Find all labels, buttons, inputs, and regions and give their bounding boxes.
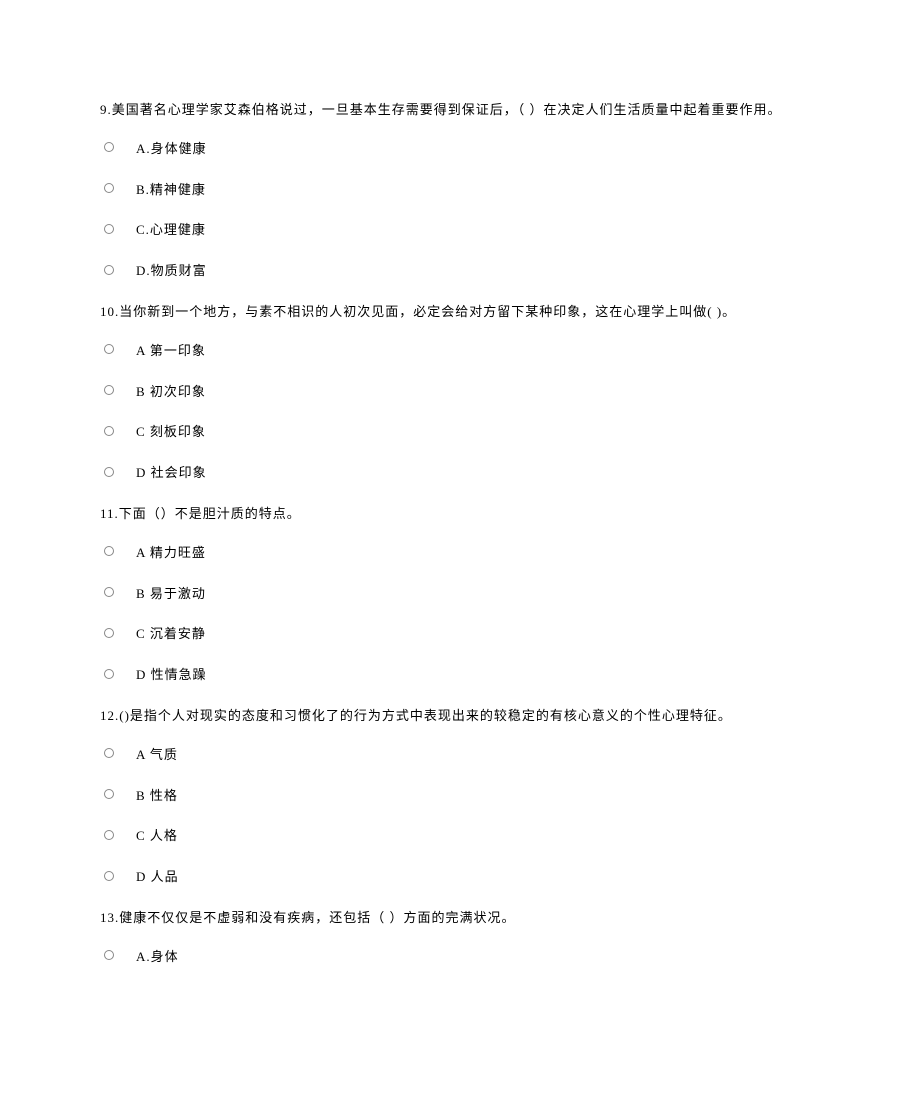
radio-icon[interactable]	[104, 830, 114, 840]
option-row[interactable]: D.物质财富	[100, 261, 820, 282]
option-label: C 人格	[136, 826, 178, 847]
option-row[interactable]: B 易于激动	[100, 584, 820, 605]
option-row[interactable]: B.精神健康	[100, 180, 820, 201]
document-page: 9.美国著名心理学家艾森伯格说过，一旦基本生存需要得到保证后，（ ）在决定人们生…	[0, 0, 920, 1028]
option-row[interactable]: C 刻板印象	[100, 422, 820, 443]
radio-icon[interactable]	[104, 183, 114, 193]
radio-icon[interactable]	[104, 546, 114, 556]
radio-icon[interactable]	[104, 467, 114, 477]
option-row[interactable]: A 气质	[100, 745, 820, 766]
question-number: 13.	[100, 910, 119, 925]
question-body: 美国著名心理学家艾森伯格说过，一旦基本生存需要得到保证后，（ ）在决定人们生活质…	[112, 102, 782, 117]
question-text: 10.当你新到一个地方，与素不相识的人初次见面，必定会给对方留下某种印象，这在心…	[100, 302, 820, 323]
option-row[interactable]: A 精力旺盛	[100, 543, 820, 564]
question-body: ()是指个人对现实的态度和习惯化了的行为方式中表现出来的较稳定的有核心意义的个性…	[119, 708, 732, 723]
question-body: 当你新到一个地方，与素不相识的人初次见面，必定会给对方留下某种印象，这在心理学上…	[119, 304, 736, 319]
option-row[interactable]: D 人品	[100, 867, 820, 888]
radio-icon[interactable]	[104, 748, 114, 758]
option-row[interactable]: B 初次印象	[100, 382, 820, 403]
radio-icon[interactable]	[104, 385, 114, 395]
question-number: 11.	[100, 506, 119, 521]
radio-icon[interactable]	[104, 789, 114, 799]
question-text: 13.健康不仅仅是不虚弱和没有疾病，还包括（ ）方面的完满状况。	[100, 908, 820, 929]
option-row[interactable]: A 第一印象	[100, 341, 820, 362]
option-label: C 刻板印象	[136, 422, 206, 443]
radio-icon[interactable]	[104, 587, 114, 597]
option-row[interactable]: C 沉着安静	[100, 624, 820, 645]
radio-icon[interactable]	[104, 344, 114, 354]
radio-icon[interactable]	[104, 628, 114, 638]
option-label: B.精神健康	[136, 180, 206, 201]
option-row[interactable]: D 社会印象	[100, 463, 820, 484]
radio-icon[interactable]	[104, 224, 114, 234]
question-text: 9.美国著名心理学家艾森伯格说过，一旦基本生存需要得到保证后，（ ）在决定人们生…	[100, 100, 820, 121]
option-label: D.物质财富	[136, 261, 207, 282]
option-row[interactable]: A.身体	[100, 947, 820, 968]
question-body: 健康不仅仅是不虚弱和没有疾病，还包括（ ）方面的完满状况。	[119, 910, 515, 925]
option-label: D 性情急躁	[136, 665, 207, 686]
option-label: B 易于激动	[136, 584, 206, 605]
option-label: C.心理健康	[136, 220, 206, 241]
option-row[interactable]: C.心理健康	[100, 220, 820, 241]
option-label: A 第一印象	[136, 341, 206, 362]
option-row[interactable]: D 性情急躁	[100, 665, 820, 686]
option-label: C 沉着安静	[136, 624, 206, 645]
radio-icon[interactable]	[104, 265, 114, 275]
option-label: B 性格	[136, 786, 178, 807]
option-label: A 气质	[136, 745, 178, 766]
option-row[interactable]: B 性格	[100, 786, 820, 807]
question-text: 12.()是指个人对现实的态度和习惯化了的行为方式中表现出来的较稳定的有核心意义…	[100, 706, 820, 727]
option-label: D 社会印象	[136, 463, 207, 484]
radio-icon[interactable]	[104, 669, 114, 679]
question-number: 9.	[100, 102, 112, 117]
question-text: 11.下面（）不是胆汁质的特点。	[100, 504, 820, 525]
question-number: 10.	[100, 304, 119, 319]
option-label: D 人品	[136, 867, 179, 888]
radio-icon[interactable]	[104, 142, 114, 152]
option-row[interactable]: C 人格	[100, 826, 820, 847]
option-label: A 精力旺盛	[136, 543, 206, 564]
radio-icon[interactable]	[104, 950, 114, 960]
option-label: B 初次印象	[136, 382, 206, 403]
question-number: 12.	[100, 708, 119, 723]
radio-icon[interactable]	[104, 426, 114, 436]
option-label: A.身体	[136, 947, 179, 968]
option-label: A.身体健康	[136, 139, 207, 160]
radio-icon[interactable]	[104, 871, 114, 881]
option-row[interactable]: A.身体健康	[100, 139, 820, 160]
question-body: 下面（）不是胆汁质的特点。	[119, 506, 301, 521]
